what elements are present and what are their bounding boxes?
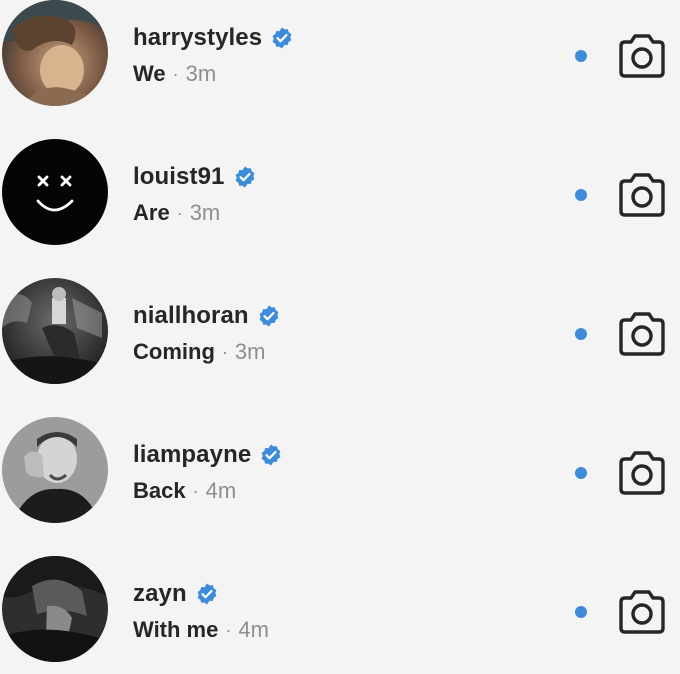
avatar-image [2, 556, 108, 662]
separator-dot: · [176, 202, 183, 223]
separator-dot: · [221, 341, 228, 362]
thread-row-louist91[interactable]: louist91 Are · 3m [0, 139, 680, 257]
avatar-harrystyles[interactable] [2, 0, 108, 106]
message-preview: We [133, 61, 166, 86]
message-preview: Back [133, 478, 186, 503]
verified-badge-icon [233, 165, 257, 189]
username[interactable]: liampayne [133, 441, 251, 469]
verified-badge-icon [270, 26, 294, 50]
timestamp: 3m [185, 61, 217, 86]
separator-dot: · [172, 63, 179, 84]
thread-row-zayn[interactable]: zayn With me · 4m [0, 556, 680, 674]
verified-badge-icon [257, 304, 281, 328]
unread-dot [575, 50, 587, 62]
camera-icon[interactable] [616, 590, 668, 634]
timestamp: 3m [189, 200, 221, 225]
separator-dot: · [225, 619, 232, 640]
avatar-louist91[interactable] [2, 139, 108, 245]
message-preview: Coming [133, 339, 215, 364]
avatar-image [2, 139, 108, 245]
camera-icon[interactable] [616, 312, 668, 356]
message-preview: With me [133, 617, 219, 642]
avatar-zayn[interactable] [2, 556, 108, 662]
camera-icon[interactable] [616, 451, 668, 495]
avatar-image [2, 0, 108, 106]
avatar-liampayne[interactable] [2, 417, 108, 523]
separator-dot: · [192, 480, 199, 501]
camera-icon[interactable] [616, 34, 668, 78]
unread-dot [575, 189, 587, 201]
username[interactable]: zayn [133, 580, 187, 608]
timestamp: 3m [234, 339, 266, 364]
username[interactable]: harrystyles [133, 24, 262, 52]
avatar-niallhoran[interactable] [2, 278, 108, 384]
timestamp: 4m [205, 478, 237, 503]
camera-icon[interactable] [616, 173, 668, 217]
unread-dot [575, 467, 587, 479]
thread-row-liampayne[interactable]: liampayne Back · 4m [0, 417, 680, 535]
message-preview: Are [133, 200, 170, 225]
avatar-image [2, 278, 108, 384]
avatar-image [2, 417, 108, 523]
unread-dot [575, 606, 587, 618]
direct-messages-list: harrystyles We · 3m louist91 Are · 3m ni… [0, 0, 680, 662]
username[interactable]: niallhoran [133, 302, 249, 330]
verified-badge-icon [195, 582, 219, 606]
unread-dot [575, 328, 587, 340]
verified-badge-icon [259, 443, 283, 467]
thread-row-harrystyles[interactable]: harrystyles We · 3m [0, 0, 680, 118]
username[interactable]: louist91 [133, 163, 225, 191]
timestamp: 4m [238, 617, 269, 642]
thread-row-niallhoran[interactable]: niallhoran Coming · 3m [0, 278, 680, 396]
